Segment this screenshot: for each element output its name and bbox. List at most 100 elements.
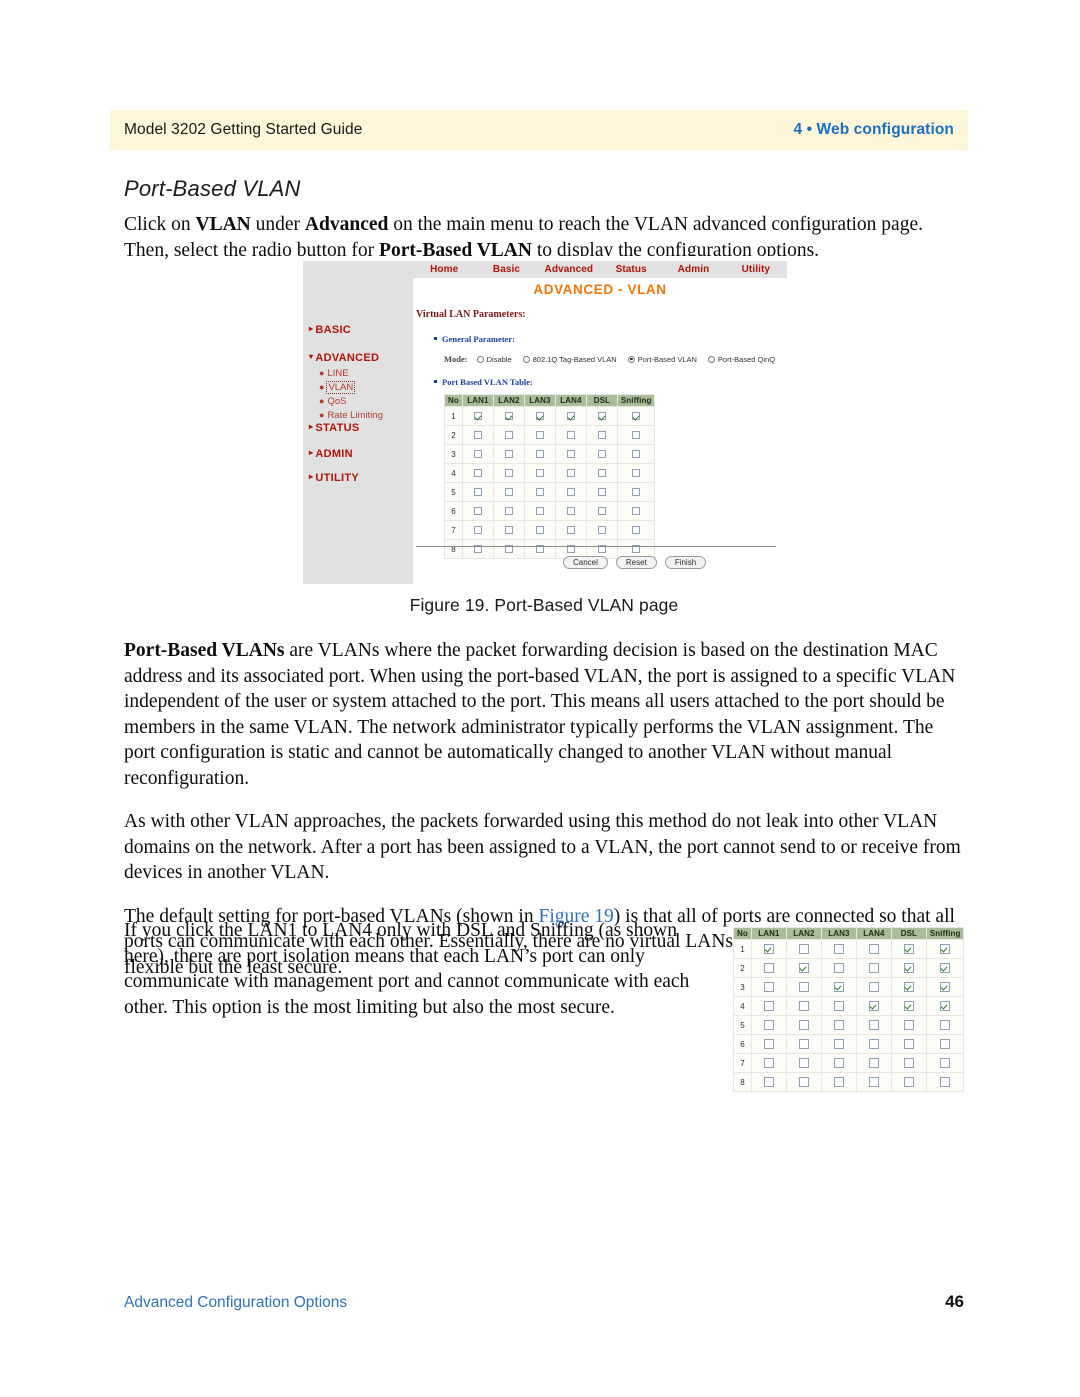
sidebar-item-status[interactable]: ▸ STATUS: [309, 422, 360, 434]
checkbox-unchecked-icon[interactable]: [473, 506, 482, 515]
cell-lan4-row-4[interactable]: [554, 463, 587, 483]
cell-lan1-row-8[interactable]: [750, 1072, 787, 1092]
cell-sniffing-row-6[interactable]: [616, 501, 656, 521]
cell-dsl-row-3[interactable]: [890, 977, 927, 997]
checkbox-unchecked-icon[interactable]: [535, 525, 544, 534]
checkbox-unchecked-icon[interactable]: [632, 449, 641, 458]
checkbox-unchecked-icon[interactable]: [868, 962, 879, 973]
cell-dsl-row-6[interactable]: [890, 1034, 927, 1054]
cell-sniffing-row-5[interactable]: [925, 1015, 965, 1035]
checkbox-unchecked-icon[interactable]: [632, 430, 641, 439]
checkbox-checked-icon[interactable]: [535, 411, 544, 420]
checkbox-unchecked-icon[interactable]: [473, 525, 482, 534]
cell-lan1-row-8[interactable]: [461, 539, 494, 559]
sidebar-item-advanced[interactable]: ▾ ADVANCED: [309, 352, 379, 364]
checkbox-unchecked-icon[interactable]: [535, 449, 544, 458]
checkbox-unchecked-icon[interactable]: [763, 1000, 774, 1011]
cell-lan1-row-6[interactable]: [750, 1034, 787, 1054]
cell-lan3-row-8[interactable]: [820, 1072, 857, 1092]
cell-lan3-row-4[interactable]: [820, 996, 857, 1016]
checkbox-unchecked-icon[interactable]: [597, 506, 606, 515]
cell-lan1-row-6[interactable]: [461, 501, 494, 521]
cell-lan2-row-1[interactable]: [492, 406, 525, 426]
checkbox-unchecked-icon[interactable]: [833, 1038, 844, 1049]
checkbox-unchecked-icon[interactable]: [763, 1076, 774, 1087]
checkbox-unchecked-icon[interactable]: [940, 1038, 951, 1049]
cell-lan2-row-4[interactable]: [492, 463, 525, 483]
cell-lan2-row-2[interactable]: [492, 425, 525, 445]
cell-lan1-row-2[interactable]: [750, 958, 787, 978]
checkbox-unchecked-icon[interactable]: [597, 430, 606, 439]
cell-lan3-row-6[interactable]: [523, 501, 556, 521]
checkbox-unchecked-icon[interactable]: [868, 981, 879, 992]
cell-lan4-row-7[interactable]: [554, 520, 587, 540]
checkbox-unchecked-icon[interactable]: [566, 468, 575, 477]
checkbox-checked-icon[interactable]: [473, 411, 482, 420]
checkbox-unchecked-icon[interactable]: [473, 430, 482, 439]
cell-lan2-row-7[interactable]: [785, 1053, 822, 1073]
checkbox-unchecked-icon[interactable]: [566, 430, 575, 439]
checkbox-unchecked-icon[interactable]: [473, 487, 482, 496]
navbar-item-basic[interactable]: Basic: [475, 264, 537, 275]
port-based-vlan-table-default[interactable]: No LAN1 LAN2 LAN3 LAN4 DSL Sniffing 12345678: [444, 394, 656, 559]
mode-option-tag-based[interactable]: 802.1Q Tag-Based VLAN: [522, 355, 617, 364]
cell-lan2-row-6[interactable]: [492, 501, 525, 521]
cell-lan1-row-7[interactable]: [750, 1053, 787, 1073]
cell-lan3-row-6[interactable]: [820, 1034, 857, 1054]
checkbox-checked-icon[interactable]: [940, 981, 951, 992]
cell-lan1-row-7[interactable]: [461, 520, 494, 540]
checkbox-unchecked-icon[interactable]: [597, 487, 606, 496]
checkbox-unchecked-icon[interactable]: [868, 1057, 879, 1068]
checkbox-unchecked-icon[interactable]: [473, 468, 482, 477]
checkbox-unchecked-icon[interactable]: [504, 468, 513, 477]
cell-dsl-row-1[interactable]: [585, 406, 618, 426]
checkbox-unchecked-icon[interactable]: [535, 487, 544, 496]
checkbox-unchecked-icon[interactable]: [632, 525, 641, 534]
cell-lan2-row-5[interactable]: [785, 1015, 822, 1035]
mode-option-port-based[interactable]: Port-Based VLAN: [627, 355, 697, 364]
cell-lan4-row-1[interactable]: [554, 406, 587, 426]
cell-lan3-row-3[interactable]: [820, 977, 857, 997]
checkbox-unchecked-icon[interactable]: [833, 1076, 844, 1087]
checkbox-unchecked-icon[interactable]: [632, 468, 641, 477]
checkbox-checked-icon[interactable]: [504, 411, 513, 420]
cell-lan3-row-1[interactable]: [820, 939, 857, 959]
cell-sniffing-row-3[interactable]: [616, 444, 656, 464]
cell-lan4-row-7[interactable]: [855, 1053, 892, 1073]
radio-icon-tag-based[interactable]: [522, 355, 530, 363]
cell-dsl-row-2[interactable]: [585, 425, 618, 445]
cell-lan2-row-7[interactable]: [492, 520, 525, 540]
checkbox-unchecked-icon[interactable]: [763, 962, 774, 973]
cell-dsl-row-7[interactable]: [890, 1053, 927, 1073]
checkbox-unchecked-icon[interactable]: [798, 981, 809, 992]
cell-lan1-row-2[interactable]: [461, 425, 494, 445]
checkbox-unchecked-icon[interactable]: [833, 1019, 844, 1030]
cell-lan4-row-2[interactable]: [855, 958, 892, 978]
navbar-item-admin[interactable]: Admin: [662, 264, 724, 275]
checkbox-unchecked-icon[interactable]: [940, 1076, 951, 1087]
cell-lan3-row-3[interactable]: [523, 444, 556, 464]
checkbox-unchecked-icon[interactable]: [833, 962, 844, 973]
checkbox-checked-icon[interactable]: [940, 1000, 951, 1011]
cell-lan4-row-3[interactable]: [855, 977, 892, 997]
cell-lan1-row-5[interactable]: [750, 1015, 787, 1035]
cell-lan3-row-4[interactable]: [523, 463, 556, 483]
cell-lan1-row-3[interactable]: [461, 444, 494, 464]
cell-dsl-row-4[interactable]: [585, 463, 618, 483]
checkbox-checked-icon[interactable]: [940, 962, 951, 973]
checkbox-unchecked-icon[interactable]: [763, 1057, 774, 1068]
radio-icon-disable[interactable]: [476, 355, 484, 363]
checkbox-checked-icon[interactable]: [903, 981, 914, 992]
cell-lan3-row-8[interactable]: [523, 539, 556, 559]
checkbox-unchecked-icon[interactable]: [833, 943, 844, 954]
cell-lan4-row-6[interactable]: [855, 1034, 892, 1054]
checkbox-unchecked-icon[interactable]: [473, 449, 482, 458]
finish-button[interactable]: Finish: [664, 556, 707, 569]
checkbox-unchecked-icon[interactable]: [763, 1038, 774, 1049]
checkbox-unchecked-icon[interactable]: [535, 430, 544, 439]
cell-lan2-row-4[interactable]: [785, 996, 822, 1016]
checkbox-unchecked-icon[interactable]: [798, 1019, 809, 1030]
sidebar-item-line[interactable]: ● LINE: [319, 368, 349, 379]
checkbox-checked-icon[interactable]: [868, 1000, 879, 1011]
cell-lan3-row-2[interactable]: [820, 958, 857, 978]
